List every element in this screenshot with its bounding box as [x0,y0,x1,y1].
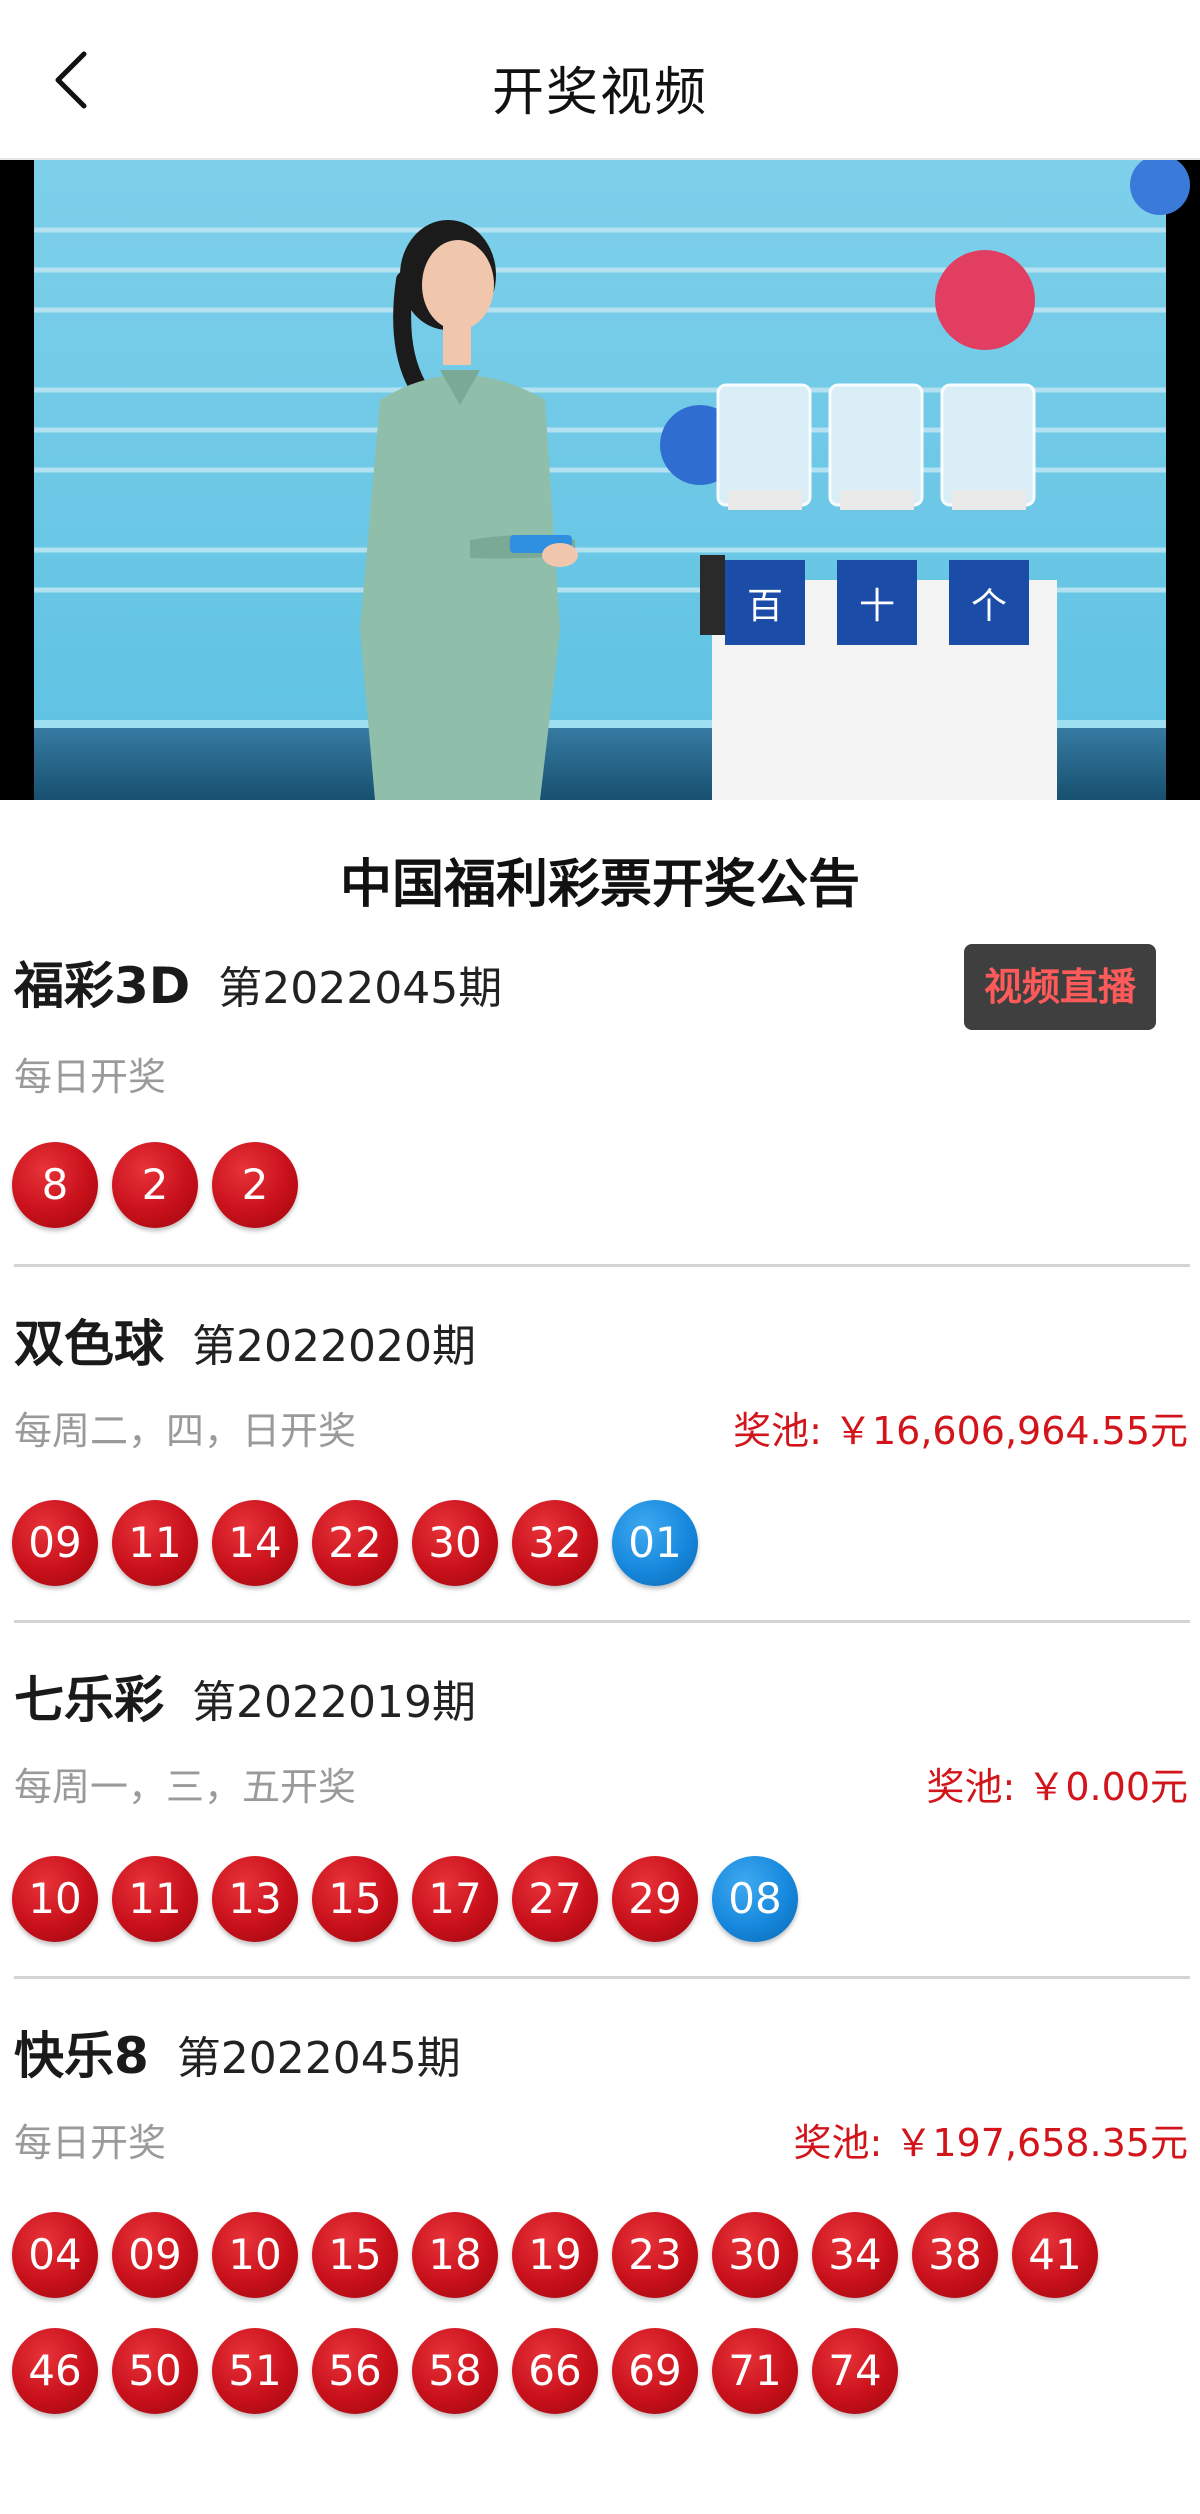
number-ball: 38 [912,2212,998,2298]
number-ball: 56 [312,2328,398,2414]
number-ball: 50 [112,2328,198,2414]
machine-label-tens: 十 [859,586,895,627]
number-ball: 66 [512,2328,598,2414]
draw-schedule: 每日开奖 [14,2121,167,2165]
number-ball: 04 [12,2212,98,2298]
number-ball: 23 [612,2212,698,2298]
number-ball: 18 [412,2212,498,2298]
draw-schedule: 每周二，四，日开奖 [14,1409,357,1453]
lottery-qlc: 七乐彩 第2022019期 每周一，三，五开奖 奖池: ￥0.00元 10 11… [0,1660,1200,1960]
number-ball: 14 [212,1500,298,1586]
machine-label-ones: 个 [971,586,1007,627]
number-ball: 09 [12,1500,98,1586]
number-ball: 27 [512,1856,598,1942]
divider [14,1264,1190,1267]
live-video-button[interactable]: 视频直播 [964,944,1156,1030]
number-ball: 58 [412,2328,498,2414]
issue-number: 第2022020期 [192,1321,476,1372]
number-ball: 11 [112,1856,198,1942]
number-ball: 10 [12,1856,98,1942]
number-ball: 69 [612,2328,698,2414]
lottery-header: 快乐8 第2022045期 [14,2016,461,2086]
announcement-title: 中国福利彩票开奖公告 [339,855,860,915]
number-ball: 41 [1012,2212,1098,2298]
number-ball: 30 [412,1500,498,1586]
issue-number: 第2022045期 [176,2033,461,2084]
issue-number: 第2022019期 [192,1677,476,1728]
number-ball: 46 [12,2328,98,2414]
number-ball: 15 [312,1856,398,1942]
number-ball: 29 [612,1856,698,1942]
number-ball: 19 [512,2212,598,2298]
lottery-name: 双色球 [14,1315,164,1373]
number-ball: 17 [412,1856,498,1942]
bonus-ball: 01 [612,1500,698,1586]
lottery-name: 七乐彩 [14,1671,164,1729]
number-ball: 30 [712,2212,798,2298]
machine-label-hundreds: 百 [747,586,783,627]
number-ball: 71 [712,2328,798,2414]
page-title: 开奖视频 [491,63,708,123]
lottery-header: 双色球 第2022020期 [14,1304,476,1374]
divider [14,1976,1190,1979]
lottery-name: 福彩3D [14,957,191,1015]
issue-number: 第2022045期 [218,963,503,1014]
lottery-fc3d: 福彩3D 第2022045期 视频直播 每日开奖 8 2 2 [0,944,1200,1266]
lottery-kl8: 快乐8 第2022045期 每日开奖 奖池: ￥197,658.35元 04 0… [0,2016,1200,2496]
video-player[interactable]: 百 十 个 [0,160,1200,800]
number-ball: 13 [212,1856,298,1942]
top-bar: 开奖视频 [0,0,1200,160]
lottery-ssq: 双色球 第2022020期 每周二，四，日开奖 奖池: ￥16,606,964.… [0,1304,1200,1604]
number-ball: 09 [112,2212,198,2298]
number-ball: 8 [12,1142,98,1228]
divider [14,1620,1190,1623]
draw-schedule: 每周一，三，五开奖 [14,1765,357,1809]
lottery-header: 七乐彩 第2022019期 [14,1660,476,1730]
number-ball: 34 [812,2212,898,2298]
video-frame-image: 百 十 个 [0,160,1200,800]
prize-pool: 奖池: ￥0.00元 [926,1765,1189,1809]
number-ball: 32 [512,1500,598,1586]
number-ball: 10 [212,2212,298,2298]
number-ball: 2 [112,1142,198,1228]
bonus-ball: 08 [712,1856,798,1942]
number-ball: 22 [312,1500,398,1586]
draw-schedule: 每日开奖 [14,1055,167,1099]
number-ball: 15 [312,2212,398,2298]
number-ball: 74 [812,2328,898,2414]
number-ball: 11 [112,1500,198,1586]
prize-pool: 奖池: ￥197,658.35元 [793,2121,1188,2165]
number-ball: 2 [212,1142,298,1228]
lottery-name: 快乐8 [14,2027,149,2085]
number-ball: 51 [212,2328,298,2414]
prize-pool: 奖池: ￥16,606,964.55元 [733,1409,1188,1453]
lottery-header: 福彩3D 第2022045期 [14,946,502,1016]
